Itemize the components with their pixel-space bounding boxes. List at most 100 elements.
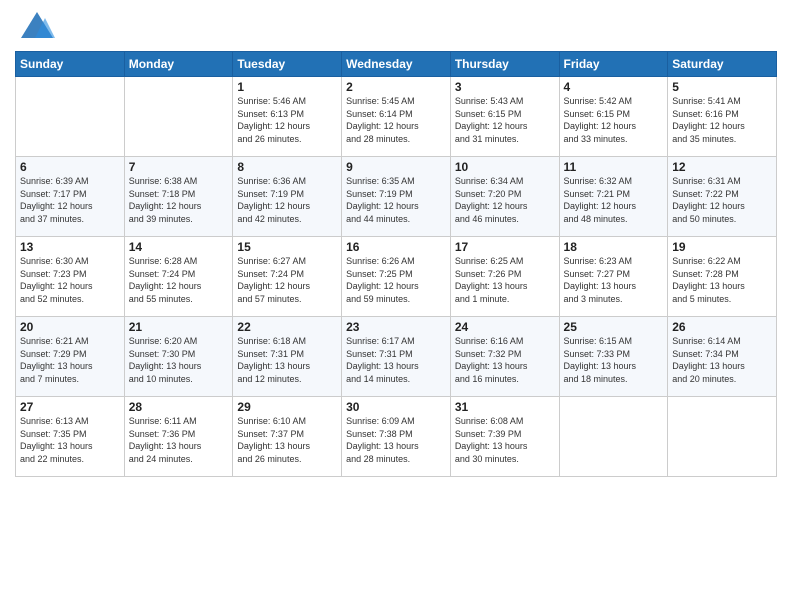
day-info: Sunrise: 6:22 AM Sunset: 7:28 PM Dayligh… <box>672 255 772 305</box>
day-number: 23 <box>346 320 446 334</box>
day-info: Sunrise: 5:46 AM Sunset: 6:13 PM Dayligh… <box>237 95 337 145</box>
day-number: 31 <box>455 400 555 414</box>
calendar-cell <box>668 397 777 477</box>
day-info: Sunrise: 6:13 AM Sunset: 7:35 PM Dayligh… <box>20 415 120 465</box>
day-number: 17 <box>455 240 555 254</box>
day-number: 30 <box>346 400 446 414</box>
day-number: 29 <box>237 400 337 414</box>
page: SundayMondayTuesdayWednesdayThursdayFrid… <box>0 0 792 612</box>
day-info: Sunrise: 6:34 AM Sunset: 7:20 PM Dayligh… <box>455 175 555 225</box>
calendar-week-2: 6Sunrise: 6:39 AM Sunset: 7:17 PM Daylig… <box>16 157 777 237</box>
day-info: Sunrise: 5:42 AM Sunset: 6:15 PM Dayligh… <box>564 95 664 145</box>
day-number: 28 <box>129 400 229 414</box>
calendar-cell: 10Sunrise: 6:34 AM Sunset: 7:20 PM Dayli… <box>450 157 559 237</box>
day-info: Sunrise: 6:36 AM Sunset: 7:19 PM Dayligh… <box>237 175 337 225</box>
day-number: 7 <box>129 160 229 174</box>
day-info: Sunrise: 6:27 AM Sunset: 7:24 PM Dayligh… <box>237 255 337 305</box>
day-number: 5 <box>672 80 772 94</box>
calendar-cell: 17Sunrise: 6:25 AM Sunset: 7:26 PM Dayli… <box>450 237 559 317</box>
calendar-week-5: 27Sunrise: 6:13 AM Sunset: 7:35 PM Dayli… <box>16 397 777 477</box>
calendar-cell: 25Sunrise: 6:15 AM Sunset: 7:33 PM Dayli… <box>559 317 668 397</box>
day-info: Sunrise: 5:43 AM Sunset: 6:15 PM Dayligh… <box>455 95 555 145</box>
calendar-cell: 20Sunrise: 6:21 AM Sunset: 7:29 PM Dayli… <box>16 317 125 397</box>
day-number: 24 <box>455 320 555 334</box>
day-info: Sunrise: 6:18 AM Sunset: 7:31 PM Dayligh… <box>237 335 337 385</box>
day-number: 18 <box>564 240 664 254</box>
calendar-header-row: SundayMondayTuesdayWednesdayThursdayFrid… <box>16 52 777 77</box>
day-number: 13 <box>20 240 120 254</box>
day-info: Sunrise: 6:32 AM Sunset: 7:21 PM Dayligh… <box>564 175 664 225</box>
day-number: 14 <box>129 240 229 254</box>
day-number: 16 <box>346 240 446 254</box>
calendar-cell: 6Sunrise: 6:39 AM Sunset: 7:17 PM Daylig… <box>16 157 125 237</box>
calendar-cell: 14Sunrise: 6:28 AM Sunset: 7:24 PM Dayli… <box>124 237 233 317</box>
calendar-cell: 18Sunrise: 6:23 AM Sunset: 7:27 PM Dayli… <box>559 237 668 317</box>
day-info: Sunrise: 6:20 AM Sunset: 7:30 PM Dayligh… <box>129 335 229 385</box>
calendar-cell: 16Sunrise: 6:26 AM Sunset: 7:25 PM Dayli… <box>342 237 451 317</box>
calendar-table: SundayMondayTuesdayWednesdayThursdayFrid… <box>15 51 777 477</box>
day-info: Sunrise: 5:41 AM Sunset: 6:16 PM Dayligh… <box>672 95 772 145</box>
calendar-cell <box>16 77 125 157</box>
calendar-cell: 13Sunrise: 6:30 AM Sunset: 7:23 PM Dayli… <box>16 237 125 317</box>
day-info: Sunrise: 6:39 AM Sunset: 7:17 PM Dayligh… <box>20 175 120 225</box>
calendar-cell: 23Sunrise: 6:17 AM Sunset: 7:31 PM Dayli… <box>342 317 451 397</box>
calendar-cell <box>559 397 668 477</box>
day-number: 2 <box>346 80 446 94</box>
day-info: Sunrise: 6:23 AM Sunset: 7:27 PM Dayligh… <box>564 255 664 305</box>
calendar-header-friday: Friday <box>559 52 668 77</box>
calendar-cell <box>124 77 233 157</box>
calendar-header-wednesday: Wednesday <box>342 52 451 77</box>
day-number: 26 <box>672 320 772 334</box>
day-info: Sunrise: 6:38 AM Sunset: 7:18 PM Dayligh… <box>129 175 229 225</box>
calendar-week-3: 13Sunrise: 6:30 AM Sunset: 7:23 PM Dayli… <box>16 237 777 317</box>
calendar-cell: 3Sunrise: 5:43 AM Sunset: 6:15 PM Daylig… <box>450 77 559 157</box>
calendar-header-saturday: Saturday <box>668 52 777 77</box>
calendar-cell: 30Sunrise: 6:09 AM Sunset: 7:38 PM Dayli… <box>342 397 451 477</box>
day-number: 10 <box>455 160 555 174</box>
header <box>15 10 777 45</box>
calendar-cell: 24Sunrise: 6:16 AM Sunset: 7:32 PM Dayli… <box>450 317 559 397</box>
day-number: 6 <box>20 160 120 174</box>
calendar-header-thursday: Thursday <box>450 52 559 77</box>
day-number: 3 <box>455 80 555 94</box>
calendar-cell: 12Sunrise: 6:31 AM Sunset: 7:22 PM Dayli… <box>668 157 777 237</box>
calendar-cell: 4Sunrise: 5:42 AM Sunset: 6:15 PM Daylig… <box>559 77 668 157</box>
day-info: Sunrise: 6:08 AM Sunset: 7:39 PM Dayligh… <box>455 415 555 465</box>
calendar-cell: 29Sunrise: 6:10 AM Sunset: 7:37 PM Dayli… <box>233 397 342 477</box>
day-number: 4 <box>564 80 664 94</box>
day-number: 19 <box>672 240 772 254</box>
calendar-week-1: 1Sunrise: 5:46 AM Sunset: 6:13 PM Daylig… <box>16 77 777 157</box>
day-number: 11 <box>564 160 664 174</box>
calendar-cell: 5Sunrise: 5:41 AM Sunset: 6:16 PM Daylig… <box>668 77 777 157</box>
calendar-cell: 27Sunrise: 6:13 AM Sunset: 7:35 PM Dayli… <box>16 397 125 477</box>
calendar-cell: 9Sunrise: 6:35 AM Sunset: 7:19 PM Daylig… <box>342 157 451 237</box>
day-info: Sunrise: 6:30 AM Sunset: 7:23 PM Dayligh… <box>20 255 120 305</box>
calendar-header-tuesday: Tuesday <box>233 52 342 77</box>
day-info: Sunrise: 6:31 AM Sunset: 7:22 PM Dayligh… <box>672 175 772 225</box>
calendar-cell: 8Sunrise: 6:36 AM Sunset: 7:19 PM Daylig… <box>233 157 342 237</box>
day-number: 20 <box>20 320 120 334</box>
calendar-cell: 19Sunrise: 6:22 AM Sunset: 7:28 PM Dayli… <box>668 237 777 317</box>
calendar-week-4: 20Sunrise: 6:21 AM Sunset: 7:29 PM Dayli… <box>16 317 777 397</box>
day-info: Sunrise: 6:14 AM Sunset: 7:34 PM Dayligh… <box>672 335 772 385</box>
day-info: Sunrise: 6:21 AM Sunset: 7:29 PM Dayligh… <box>20 335 120 385</box>
logo-icon <box>15 10 55 45</box>
day-number: 22 <box>237 320 337 334</box>
calendar-cell: 7Sunrise: 6:38 AM Sunset: 7:18 PM Daylig… <box>124 157 233 237</box>
calendar-header-monday: Monday <box>124 52 233 77</box>
calendar-cell: 15Sunrise: 6:27 AM Sunset: 7:24 PM Dayli… <box>233 237 342 317</box>
day-info: Sunrise: 6:25 AM Sunset: 7:26 PM Dayligh… <box>455 255 555 305</box>
calendar-header-sunday: Sunday <box>16 52 125 77</box>
day-number: 15 <box>237 240 337 254</box>
logo <box>15 10 58 45</box>
day-info: Sunrise: 6:09 AM Sunset: 7:38 PM Dayligh… <box>346 415 446 465</box>
day-number: 8 <box>237 160 337 174</box>
day-info: Sunrise: 6:17 AM Sunset: 7:31 PM Dayligh… <box>346 335 446 385</box>
calendar-cell: 31Sunrise: 6:08 AM Sunset: 7:39 PM Dayli… <box>450 397 559 477</box>
day-number: 21 <box>129 320 229 334</box>
day-info: Sunrise: 6:11 AM Sunset: 7:36 PM Dayligh… <box>129 415 229 465</box>
calendar-cell: 2Sunrise: 5:45 AM Sunset: 6:14 PM Daylig… <box>342 77 451 157</box>
day-info: Sunrise: 6:26 AM Sunset: 7:25 PM Dayligh… <box>346 255 446 305</box>
calendar-cell: 28Sunrise: 6:11 AM Sunset: 7:36 PM Dayli… <box>124 397 233 477</box>
day-number: 25 <box>564 320 664 334</box>
